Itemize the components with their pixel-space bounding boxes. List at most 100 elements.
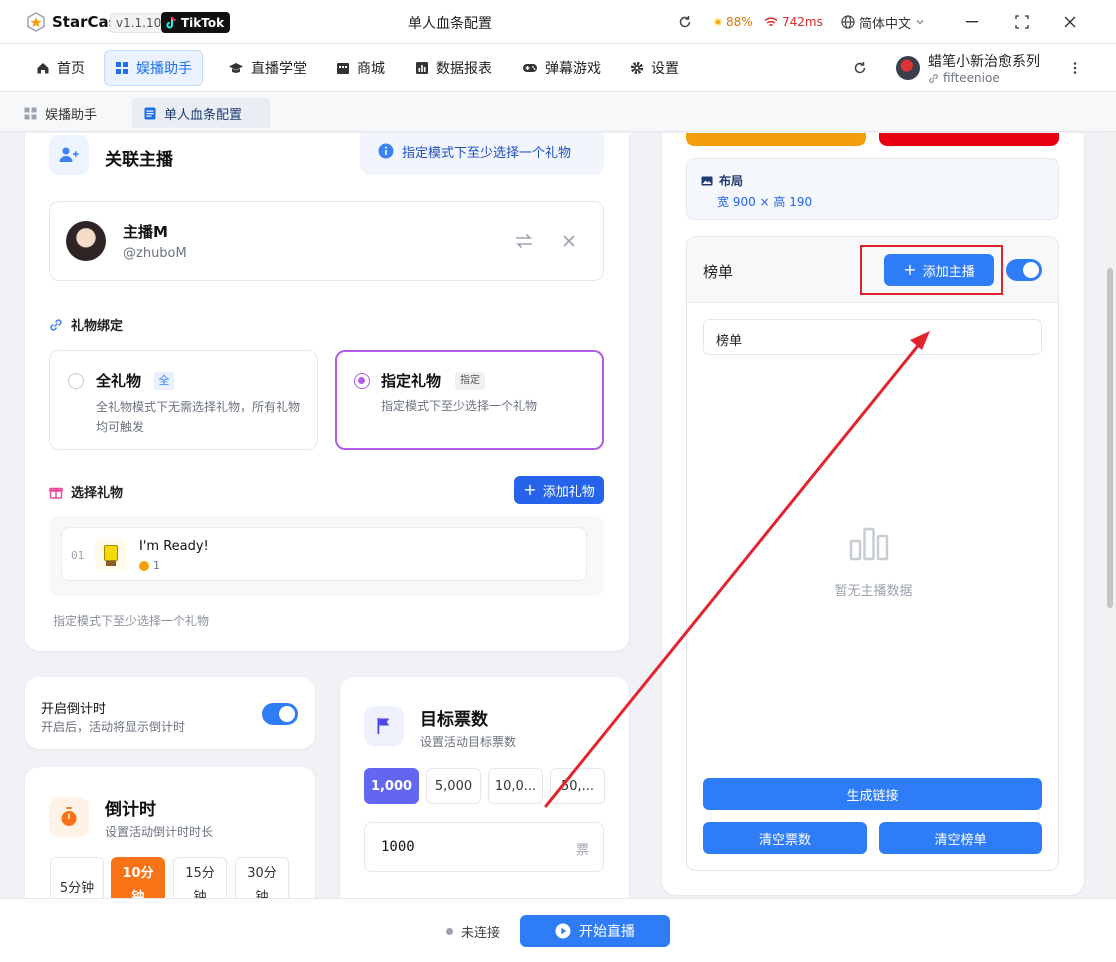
clear-votes-button[interactable]: 清空票数 xyxy=(703,822,867,854)
all-gifts-option[interactable]: 全礼物 全 全礼物模式下无需选择礼物，所有礼物均可触发 xyxy=(49,350,318,450)
ranking-name-input[interactable]: 榜单 xyxy=(703,319,1042,355)
countdown-option-5[interactable]: 5分钟 xyxy=(50,857,104,898)
window-title: 单人血条配置 xyxy=(408,16,492,32)
specific-gifts-option[interactable]: 指定礼物 指定 指定模式下至少选择一个礼物 xyxy=(335,350,604,450)
nav-item-settings[interactable]: 设置 xyxy=(620,50,689,86)
latency-value: 742ms xyxy=(782,15,823,29)
store-icon xyxy=(337,63,349,74)
gamepad-icon xyxy=(523,64,537,72)
gift-name: I'm Ready! xyxy=(139,539,209,554)
style-swatch-orange[interactable] xyxy=(686,133,866,146)
clear-votes-label: 清空票数 xyxy=(758,832,811,848)
nav-item-academy[interactable]: 直播学堂 xyxy=(218,50,317,86)
anchor-name: 主播M xyxy=(123,223,168,241)
starcast-logo-icon xyxy=(27,12,45,32)
more-vertical-icon[interactable] xyxy=(1073,61,1077,75)
all-gifts-radio[interactable] xyxy=(68,373,84,389)
play-icon xyxy=(555,923,571,939)
countdown-toggle-title: 开启倒计时 xyxy=(41,702,107,717)
clear-ranking-button[interactable]: 清空榜单 xyxy=(879,822,1042,854)
gift-footer-hint: 指定模式下至少选择一个礼物 xyxy=(53,614,210,628)
scrollbar-track[interactable] xyxy=(1104,133,1116,898)
avatar[interactable] xyxy=(896,56,920,80)
platform-label: TikTok xyxy=(181,15,225,30)
tab-label: 娱播助手 xyxy=(45,107,98,123)
ranking-empty-text: 暂无主播数据 xyxy=(834,584,913,599)
countdown-toggle-card: 开启倒计时 开启后，活动将显示倒计时 xyxy=(25,677,315,749)
select-gifts-heading: 选择礼物 xyxy=(49,482,123,501)
target-votes-unit: 票 xyxy=(575,843,589,858)
votes-option-label: 1,000 xyxy=(370,778,413,794)
gift-binding-title: 礼物绑定 xyxy=(71,319,124,334)
countdown-option-label: 15分钟 xyxy=(185,866,215,898)
tab-assistant[interactable]: 娱播助手 xyxy=(12,98,109,128)
refresh-icon[interactable] xyxy=(678,15,692,29)
info-icon xyxy=(378,143,394,159)
grid-icon xyxy=(116,62,128,74)
anchor-card-title: 关联主播 xyxy=(105,150,173,170)
main-nav: 首页 娱播助手 直播学堂 商城 数据报表 弹幕游戏 设置 蜡笔小新治愈系列 fi… xyxy=(0,44,1116,92)
style-swatch-red[interactable] xyxy=(879,133,1059,146)
specific-gifts-label: 指定礼物 xyxy=(381,372,442,390)
add-gift-button[interactable]: + 添加礼物 xyxy=(514,476,604,504)
refresh-icon[interactable] xyxy=(853,61,867,75)
nav-item-assistant[interactable]: 娱播助手 xyxy=(104,50,203,86)
document-icon xyxy=(144,107,156,119)
nav-item-home[interactable]: 首页 xyxy=(26,50,95,86)
anchor-hint: 指定模式下至少选择一个礼物 xyxy=(360,133,604,175)
nav-label: 弹幕游戏 xyxy=(545,61,601,77)
minimize-icon[interactable] xyxy=(966,21,978,23)
battery-value: 88% xyxy=(726,15,753,29)
votes-option-50000[interactable]: 50,... xyxy=(550,768,605,804)
grid-icon xyxy=(24,107,37,119)
remove-anchor-icon[interactable] xyxy=(563,235,575,247)
nav-item-store[interactable]: 商城 xyxy=(326,50,395,86)
votes-option-1000[interactable]: 1,000 xyxy=(364,768,419,804)
language-label: 简体中文 xyxy=(859,16,912,32)
votes-option-10000[interactable]: 10,0... xyxy=(488,768,543,804)
swap-icon[interactable] xyxy=(515,233,533,249)
tab-label: 单人血条配置 xyxy=(164,107,243,123)
start-live-label: 开始直播 xyxy=(579,924,635,940)
countdown-option-30[interactable]: 30分钟 xyxy=(235,857,289,898)
votes-option-label: 5,000 xyxy=(434,778,473,794)
target-votes-value: 1000 xyxy=(381,839,415,855)
specific-gifts-radio[interactable] xyxy=(354,373,370,389)
countdown-option-15[interactable]: 15分钟 xyxy=(173,857,227,898)
ranking-toggle[interactable] xyxy=(1006,259,1042,281)
scrollbar-thumb[interactable] xyxy=(1107,268,1113,608)
start-live-button[interactable]: 开始直播 xyxy=(520,915,670,947)
tab-single-health-bar[interactable]: 单人血条配置 xyxy=(132,98,270,128)
votes-option-5000[interactable]: 5,000 xyxy=(426,768,481,804)
gift-binding-heading: 礼物绑定 xyxy=(49,315,123,334)
countdown-toggle[interactable] xyxy=(262,703,298,725)
countdown-desc: 设置活动倒计时时长 xyxy=(105,825,214,839)
generate-link-button[interactable]: 生成链接 xyxy=(703,778,1042,810)
list-item[interactable]: 01 I'm Ready! 1 xyxy=(61,527,587,581)
flag-icon xyxy=(364,706,404,746)
nav-label: 首页 xyxy=(57,61,85,77)
nav-item-reports[interactable]: 数据报表 xyxy=(405,50,502,86)
footer-bar: 未连接 开始直播 xyxy=(0,898,1116,962)
version-badge: v1.1.10 xyxy=(110,13,168,33)
plus-icon: + xyxy=(523,480,537,499)
select-gifts-title: 选择礼物 xyxy=(71,486,124,501)
nav-item-games[interactable]: 弹幕游戏 xyxy=(512,50,611,86)
coin-icon xyxy=(139,560,149,571)
gift-coins-value: 1 xyxy=(153,559,160,572)
bar-chart-empty-icon xyxy=(849,527,889,561)
close-icon[interactable] xyxy=(1064,16,1076,28)
battery-dot-icon xyxy=(714,18,722,26)
countdown-card: 倒计时 设置活动倒计时时长 5分钟 10分钟 15分钟 30分钟 xyxy=(25,767,315,898)
user-plus-icon xyxy=(49,135,89,175)
title-bar: StarCast v1.1.10 TikTok 单人血条配置 88% 742ms… xyxy=(0,0,1116,44)
votes-option-label: 50,... xyxy=(560,778,595,794)
maximize-icon[interactable] xyxy=(1015,15,1029,29)
user-id-label: fifteenioe xyxy=(943,71,1000,85)
language-select[interactable]: 简体中文 xyxy=(841,12,925,32)
countdown-option-10[interactable]: 10分钟 xyxy=(111,857,165,898)
status-dot-icon xyxy=(446,928,453,935)
target-votes-input[interactable]: 1000 票 xyxy=(364,822,604,872)
specific-gifts-desc: 指定模式下至少选择一个礼物 xyxy=(381,399,538,413)
ranking-card: 榜单 + 添加主播 榜单 暂无主播数据 生成链接 清空票数 清空榜单 xyxy=(686,236,1059,871)
